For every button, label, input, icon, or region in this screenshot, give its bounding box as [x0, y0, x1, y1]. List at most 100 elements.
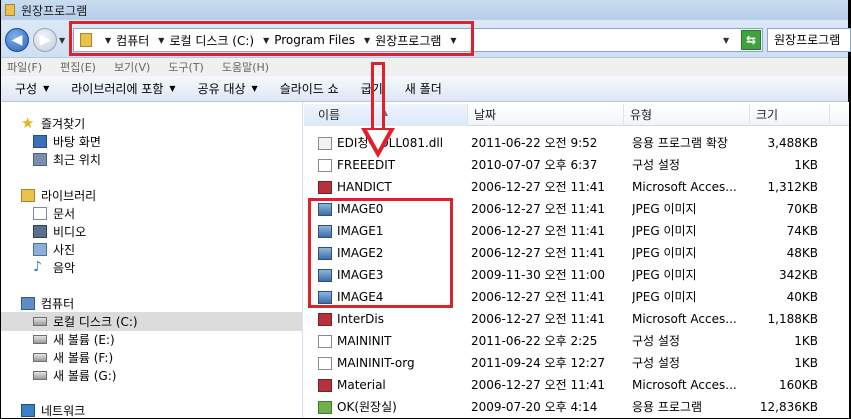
- table-row[interactable]: MAININIT-org 2011-09-24 오후 12:27 구성 설정 1KB: [304, 352, 849, 374]
- nav-label: 문서: [53, 206, 76, 221]
- menu-help[interactable]: 도움말(H): [222, 59, 269, 75]
- folder-icon: [5, 4, 15, 16]
- file-date: 2009-07-20 오후 4:14: [471, 400, 598, 414]
- file-type: 응용 프로그램: [632, 400, 703, 414]
- hard-drive-icon: [33, 370, 47, 380]
- table-row[interactable]: MAININIT 2011-06-22 오후 2:25 구성 설정 1KB: [304, 330, 849, 352]
- file-type: JPEG 이미지: [632, 246, 697, 260]
- nav-network[interactable]: 네트워크: [21, 401, 85, 419]
- file-date: 2006-12-27 오전 11:41: [471, 180, 606, 194]
- file-name-cell[interactable]: InterDis: [318, 308, 468, 330]
- desktop-icon: [33, 134, 47, 148]
- hard-drive-icon: [33, 334, 47, 344]
- menu-file[interactable]: 파일(F): [7, 59, 42, 75]
- nav-local-disk[interactable]: 로컬 디스크 (C:): [33, 312, 138, 330]
- column-name-label: 이름: [318, 108, 341, 122]
- nav-label: 새 볼륨 (G:): [53, 368, 117, 383]
- video-icon: [33, 224, 47, 238]
- nav-documents[interactable]: 문서: [33, 204, 75, 222]
- table-row[interactable]: Material 2006-12-27 오전 11:41 Microsoft Acc…: [304, 374, 849, 396]
- file-size: 1,312KB: [767, 180, 818, 194]
- config-file-icon: [318, 334, 332, 348]
- organize-button[interactable]: 구성 ▼: [15, 80, 49, 97]
- file-name: Material: [337, 378, 386, 392]
- nav-label: 최근 위치: [53, 152, 101, 167]
- file-type: Microsoft Acces...: [632, 378, 737, 392]
- file-size: 40KB: [786, 290, 818, 304]
- navigation-pane: ★ 즐겨찾기 바탕 화면 최근 위치 라이브러리 문서 비디오 사진 ♪ 음악 컴퓨…: [1, 102, 303, 418]
- computer-icon: [21, 296, 35, 310]
- file-name-cell[interactable]: HANDICT: [318, 176, 468, 198]
- new-folder-label: 새 폴더: [404, 82, 442, 96]
- nav-volume-g[interactable]: 새 볼륨 (G:): [33, 366, 116, 384]
- picture-icon: [33, 242, 47, 256]
- nav-recent[interactable]: 최근 위치: [33, 150, 101, 168]
- recent-pages-chevron-icon[interactable]: ▼: [59, 36, 65, 45]
- file-date: 2011-06-22 오전 9:52: [471, 136, 598, 150]
- hard-drive-icon: [33, 352, 47, 362]
- file-name-cell[interactable]: MAININIT-org: [318, 352, 468, 374]
- menu-tools[interactable]: 도구(T): [168, 59, 204, 75]
- forward-button[interactable]: ▶: [33, 28, 57, 52]
- file-size: 342KB: [778, 268, 818, 282]
- access-db-icon: [318, 378, 332, 392]
- nav-favorites[interactable]: ★ 즐겨찾기: [21, 114, 85, 132]
- nav-pictures[interactable]: 사진: [33, 240, 75, 258]
- column-size[interactable]: 크기: [750, 104, 830, 126]
- include-library-label: 라이브러리에 포함: [71, 82, 164, 96]
- column-header: ▲ 이름 날짜 유형 크기: [304, 104, 849, 126]
- share-button[interactable]: 공유 대상 ▼: [198, 80, 258, 97]
- file-type: JPEG 이미지: [632, 202, 697, 216]
- slideshow-button[interactable]: 슬라이드 쇼: [280, 80, 339, 97]
- file-type: JPEG 이미지: [632, 224, 697, 238]
- library-icon: [21, 188, 35, 202]
- column-date[interactable]: 날짜: [468, 104, 624, 126]
- nav-desktop[interactable]: 바탕 화면: [33, 132, 101, 150]
- menu-bar: 파일(F) 편집(E) 보기(V) 도구(T) 도움말(H): [1, 58, 848, 76]
- nav-computer[interactable]: 컴퓨터: [21, 294, 74, 312]
- file-name-cell[interactable]: Material: [318, 374, 468, 396]
- chevron-down-icon: ▼: [169, 84, 176, 93]
- menu-view[interactable]: 보기(V): [114, 59, 150, 75]
- file-name: OK(원장실): [337, 400, 397, 414]
- table-row[interactable]: OK(원장실) 2009-07-20 오후 4:14 응용 프로그램 12,836KB: [304, 396, 849, 418]
- file-date: 2011-09-24 오후 12:27: [471, 356, 606, 370]
- nav-volume-f[interactable]: 새 볼륨 (F:): [33, 348, 113, 366]
- network-icon: [21, 403, 35, 417]
- file-size: 48KB: [786, 246, 818, 260]
- file-name: MAININIT-org: [337, 356, 415, 370]
- nav-music[interactable]: ♪ 음악: [33, 258, 75, 276]
- file-date: 2010-07-07 오후 6:37: [471, 158, 598, 172]
- menu-edit[interactable]: 편집(E): [60, 59, 96, 75]
- column-type[interactable]: 유형: [624, 104, 750, 126]
- chevron-down-icon: ▼: [251, 84, 258, 93]
- table-row[interactable]: InterDis 2006-12-27 오전 11:41 Microsoft Acc…: [304, 308, 849, 330]
- refresh-icon[interactable]: ⇆: [741, 30, 761, 50]
- back-button[interactable]: ◀: [5, 28, 29, 52]
- share-label: 공유 대상: [197, 82, 246, 96]
- nav-label: 음악: [53, 260, 76, 275]
- nav-volume-e[interactable]: 새 볼륨 (E:): [33, 330, 115, 348]
- file-size: 1KB: [794, 158, 818, 172]
- search-input[interactable]: 원장프로그램: [767, 28, 851, 52]
- nav-label: 즐겨찾기: [41, 116, 86, 131]
- nav-label: 컴퓨터: [41, 296, 75, 311]
- file-name-cell[interactable]: OK(원장실): [318, 396, 468, 418]
- file-name: InterDis: [337, 312, 384, 326]
- file-name: HANDICT: [337, 180, 392, 194]
- file-name: MAININIT: [337, 334, 392, 348]
- include-library-button[interactable]: 라이브러리에 포함 ▼: [71, 80, 175, 97]
- table-row[interactable]: HANDICT 2006-12-27 오전 11:41 Microsoft Acce…: [304, 176, 849, 198]
- file-type: JPEG 이미지: [632, 290, 697, 304]
- window-title: 원장프로그램: [21, 3, 88, 18]
- nav-libraries[interactable]: 라이브러리: [21, 186, 96, 204]
- address-history-chevron-icon[interactable]: ▼: [723, 36, 729, 45]
- column-name[interactable]: ▲ 이름: [304, 104, 468, 126]
- file-date: 2009-11-30 오전 11:00: [471, 268, 606, 282]
- file-name-cell[interactable]: MAININIT: [318, 330, 468, 352]
- nav-videos[interactable]: 비디오: [33, 222, 86, 240]
- new-folder-button[interactable]: 새 폴더: [405, 80, 442, 97]
- access-db-icon: [318, 180, 332, 194]
- config-file-icon: [318, 356, 332, 370]
- address-highlight-box: [69, 21, 474, 56]
